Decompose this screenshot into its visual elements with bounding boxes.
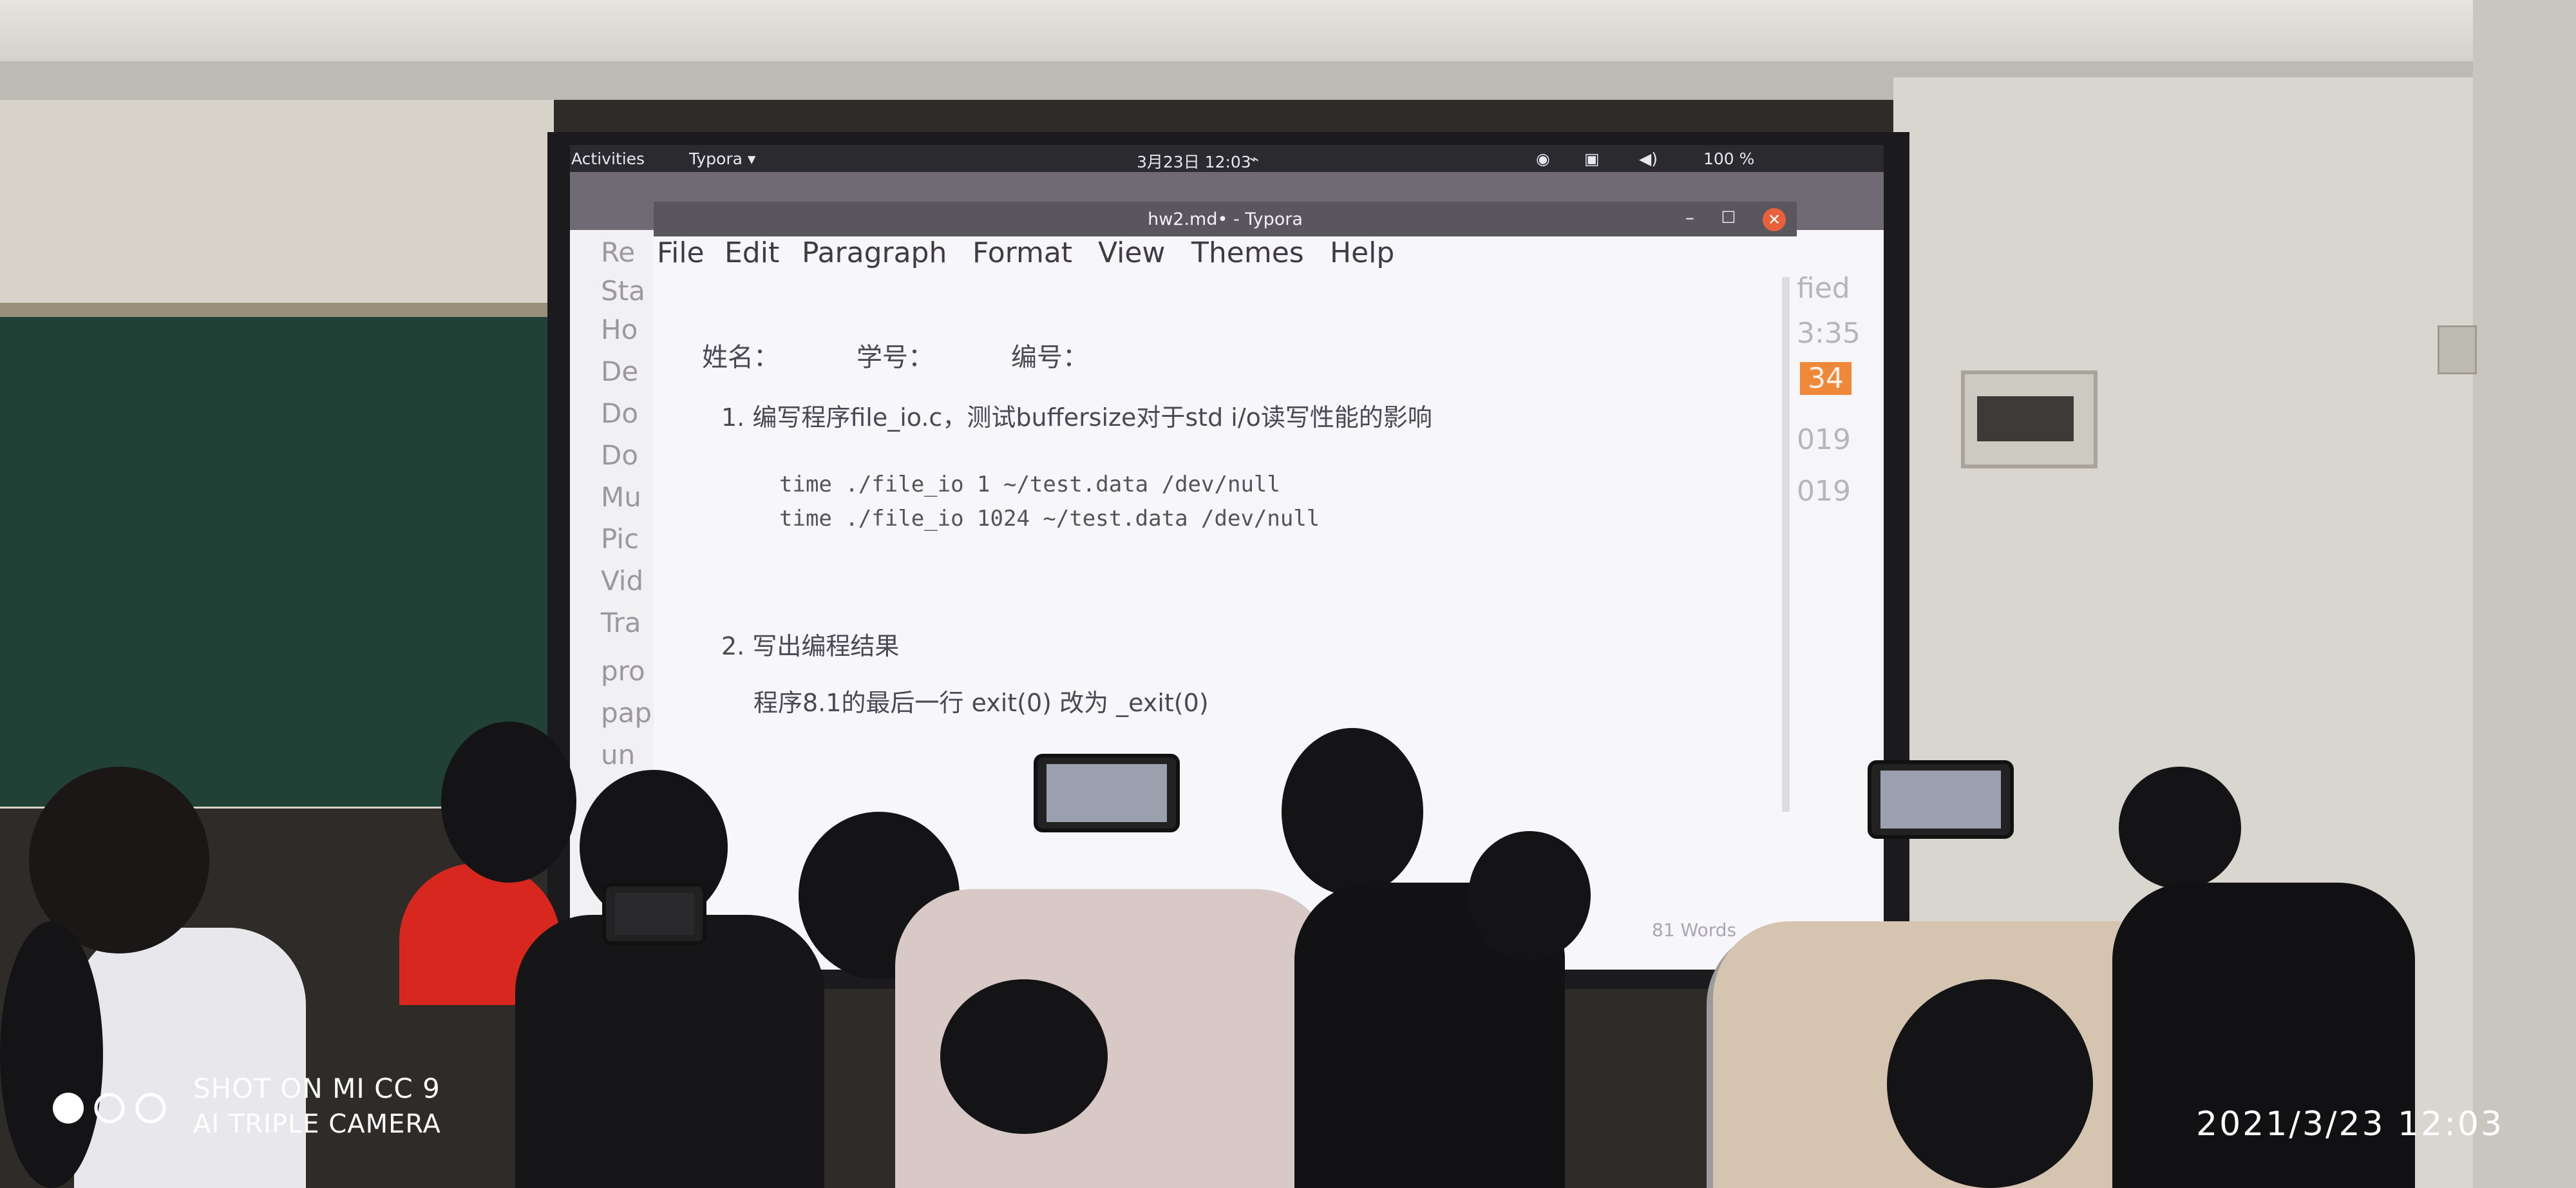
word-count[interactable]: 81 Words (1652, 919, 1736, 941)
list-item-1: 1. 编写程序file_io.c，测试buffersize对于std i/o读写… (721, 403, 1432, 432)
student-white-jacket (74, 928, 306, 1188)
chalkboard (0, 303, 554, 807)
wall-control-panel-display (1977, 396, 2074, 441)
modified-cell: 3:35 (1797, 317, 1861, 350)
network-icon[interactable]: ◉ (1536, 149, 1550, 168)
menu-themes[interactable]: Themes (1191, 236, 1304, 269)
sidebar-item-pictures[interactable]: Pic (601, 523, 639, 555)
maximize-icon[interactable]: □ (1716, 207, 1741, 231)
sidebar-item-videos[interactable]: Vid (601, 565, 643, 597)
name-label: 姓名： (702, 343, 779, 372)
clock[interactable]: 3月23日 12:03 (1137, 149, 1251, 173)
modified-cell: 019 (1797, 423, 1851, 456)
phone-in-hand (602, 883, 706, 945)
app-menu[interactable]: Typora ▾ (689, 149, 755, 168)
student-head (1468, 831, 1591, 960)
menu-paragraph[interactable]: Paragraph (802, 236, 947, 269)
camera-watermark-model: SHOT ON MI CC 9 (193, 1073, 440, 1104)
volume-icon[interactable]: ◀) (1639, 149, 1658, 168)
sidebar-item-recent[interactable]: Re (601, 236, 635, 268)
sidebar-item-starred[interactable]: Sta (601, 275, 645, 307)
pillar (2473, 0, 2576, 1188)
battery-status[interactable]: 100 % (1703, 149, 1754, 168)
window-title: hw2.md• - Typora (1148, 209, 1303, 229)
notification-icon[interactable]: ⌁ (1249, 149, 1259, 168)
activities-button[interactable]: Activities (571, 149, 645, 168)
camera-lens-icon (52, 1089, 174, 1127)
code-line-2: time ./file_io 1024 ~/test.data /dev/nul… (779, 506, 1320, 532)
sidebar-item-downloads[interactable]: Do (601, 439, 638, 471)
list-item-2: 2. 写出编程结果 (721, 632, 900, 660)
menu-file[interactable]: File (657, 236, 705, 269)
sidebar-item-un[interactable]: un (601, 739, 635, 771)
sidebar-item-pro[interactable]: pro (601, 655, 645, 687)
menu-help[interactable]: Help (1330, 236, 1394, 269)
typora-scrollbar[interactable] (1782, 277, 1790, 812)
code-line-1: time ./file_io 1 ~/test.data /dev/null (779, 472, 1280, 497)
file-manager-modified-column: fied 3:35 34 019 019 (1794, 230, 1884, 970)
phone-recording-left (1034, 754, 1180, 832)
camera-watermark-subtitle: AI TRIPLE CAMERA (193, 1109, 441, 1139)
phone-recording-right (1868, 760, 2014, 839)
sidebar-item-trash[interactable]: Tra (601, 607, 641, 638)
modified-cell-selected[interactable]: 34 (1800, 362, 1852, 395)
number-label: 编号： (1011, 343, 1088, 372)
modified-cell: 019 (1797, 475, 1851, 508)
wall-switch (2438, 325, 2477, 374)
column-header-modified[interactable]: fied (1797, 272, 1850, 305)
student-dark-hoodie (515, 915, 824, 1188)
sidebar-item-desktop[interactable]: De (601, 356, 638, 387)
gnome-top-bar: Activities Typora ▾ 3月23日 12:03 ⌁ ◉ ▣ ◀)… (570, 145, 1884, 172)
typora-titlebar[interactable]: hw2.md• - Typora – □ ✕ (654, 202, 1797, 236)
student-head (1282, 728, 1423, 896)
student-head (0, 921, 103, 1188)
sidebar-item-music[interactable]: Mu (601, 481, 641, 513)
student-id-label: 学号： (857, 343, 934, 372)
list-item-2-text: 程序8.1的最后一行 exit(0) 改为 _exit(0) (753, 689, 1209, 717)
sidebar-item-documents[interactable]: Do (601, 398, 638, 429)
student-head (940, 979, 1108, 1134)
menu-view[interactable]: View (1098, 236, 1165, 269)
photo-timestamp: 2021/3/23 12:03 (2196, 1105, 2505, 1144)
minimize-icon[interactable]: – (1678, 207, 1702, 231)
student-head (1887, 979, 2093, 1188)
typora-menubar: File Edit Paragraph Format View Themes H… (654, 236, 1797, 275)
sidebar-item-pap[interactable]: pap (601, 697, 652, 729)
student-head (2119, 767, 2241, 889)
display-icon[interactable]: ▣ (1584, 149, 1600, 168)
sidebar-item-home[interactable]: Ho (601, 314, 638, 345)
menu-edit[interactable]: Edit (724, 236, 779, 269)
menu-format[interactable]: Format (972, 236, 1072, 269)
close-icon[interactable]: ✕ (1763, 208, 1786, 231)
student-head (441, 722, 576, 883)
